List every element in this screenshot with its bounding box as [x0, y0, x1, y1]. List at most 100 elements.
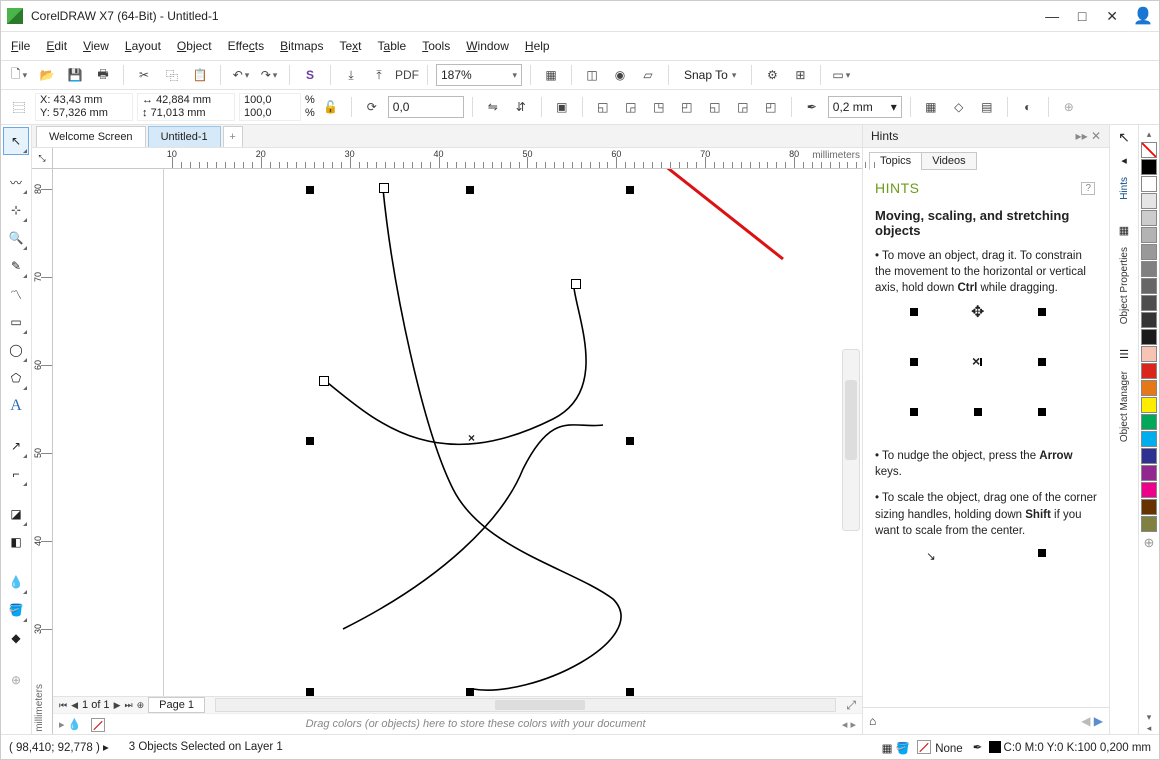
palette-scroll-down[interactable]: ▾	[1147, 712, 1152, 723]
tab-add[interactable]: +	[223, 126, 243, 147]
selection-center[interactable]: ×	[468, 431, 475, 445]
docker-tab-object-properties[interactable]: Object Properties	[1119, 245, 1130, 326]
docker-close-icon[interactable]: ✕	[1091, 129, 1101, 143]
palette-swatch[interactable]	[1141, 431, 1157, 447]
curve-node[interactable]	[319, 376, 329, 386]
outline-indicator[interactable]: ✒ C:0 M:0 Y:0 K:100 0,200 mm	[973, 740, 1151, 754]
last-page-button[interactable]: ⏭	[124, 700, 132, 711]
fill-indicator[interactable]: ▦ 🪣 None	[882, 740, 963, 755]
selection-handle-n[interactable]	[466, 186, 474, 194]
hints-tab-topics[interactable]: Topics	[869, 152, 922, 170]
maximize-button[interactable]: □	[1067, 5, 1097, 27]
menu-table[interactable]: Table	[378, 39, 407, 53]
vertical-scrollbar[interactable]	[842, 349, 860, 531]
palette-swatch[interactable]	[1141, 176, 1157, 192]
weld-icon[interactable]: ◱	[591, 96, 615, 118]
selection-handle-e[interactable]	[626, 437, 634, 445]
ruler-origin[interactable]: ⤡	[32, 148, 53, 169]
intersect-icon[interactable]: ◳	[647, 96, 671, 118]
convert-to-curves-icon[interactable]: ◇	[947, 96, 971, 118]
document-palette[interactable]: ▸ 💧 Drag colors (or objects) here to sto…	[53, 713, 862, 734]
freehand-tool[interactable]: ✎	[4, 253, 28, 279]
selection-handle-s[interactable]	[466, 688, 474, 696]
align-distribute-icon[interactable]: ▤	[975, 96, 999, 118]
selection-handle-nw[interactable]	[306, 186, 314, 194]
menu-view[interactable]: View	[83, 39, 109, 53]
prev-page-button[interactable]: ◀	[71, 700, 78, 711]
palette-swatch[interactable]	[1141, 448, 1157, 464]
palette-swatch[interactable]	[1141, 346, 1157, 362]
object-origin-icon[interactable]: ⿳	[7, 96, 31, 118]
front-minus-back-icon[interactable]: ◱	[703, 96, 727, 118]
back-minus-front-icon[interactable]: ◲	[731, 96, 755, 118]
curve-node[interactable]	[379, 183, 389, 193]
polygon-tool[interactable]: ⬠	[4, 365, 28, 391]
palette-swatch[interactable]	[1141, 465, 1157, 481]
docker-collapse-icon[interactable]: ▸▸	[1076, 129, 1088, 143]
palette-swatch[interactable]	[1141, 278, 1157, 294]
save-icon[interactable]: 💾	[63, 64, 87, 86]
first-page-button[interactable]: ⏮	[59, 700, 67, 711]
new-icon[interactable]: 🗋▾	[7, 64, 31, 86]
menu-bitmaps[interactable]: Bitmaps	[280, 39, 323, 53]
palette-swatch[interactable]	[1141, 329, 1157, 345]
hints-tab-videos[interactable]: Videos	[921, 152, 976, 170]
selection-handle-se[interactable]	[626, 688, 634, 696]
rectangle-tool[interactable]: ▭	[4, 309, 28, 335]
palette-swatch[interactable]	[1141, 227, 1157, 243]
hints-forward-icon[interactable]: ▶	[1094, 714, 1103, 728]
text-tool[interactable]: A	[4, 393, 28, 419]
copy-icon[interactable]: ⿻	[160, 64, 184, 86]
boundary-icon[interactable]: ◰	[759, 96, 783, 118]
print-icon[interactable]: 🖶	[91, 64, 115, 86]
simplify-icon[interactable]: ◰	[675, 96, 699, 118]
menu-edit[interactable]: Edit	[46, 39, 67, 53]
selection-handle-ne[interactable]	[626, 186, 634, 194]
palette-no-fill[interactable]	[1141, 142, 1157, 158]
page-tab[interactable]: Page 1	[148, 697, 205, 713]
palette-swatch[interactable]	[1141, 261, 1157, 277]
menu-layout[interactable]: Layout	[125, 39, 161, 53]
mirror-vertical-icon[interactable]: ⇵	[509, 96, 533, 118]
publish-pdf-icon[interactable]: PDF	[395, 64, 419, 86]
palette-swatch[interactable]	[1141, 210, 1157, 226]
menu-object[interactable]: Object	[177, 39, 212, 53]
palette-swatch[interactable]	[1141, 363, 1157, 379]
close-button[interactable]: ✕	[1097, 5, 1127, 27]
docker-tab-hints[interactable]: Hints	[1119, 175, 1130, 202]
edit-fill-icon[interactable]: ◐	[1016, 96, 1040, 118]
transparency-tool[interactable]: ◧	[4, 529, 28, 555]
interactive-fill-tool[interactable]: 🪣	[4, 597, 28, 623]
pick-pointer-icon[interactable]: ↖	[1118, 129, 1130, 146]
shape-tool[interactable]: 〰	[4, 169, 28, 195]
trim-icon[interactable]: ◲	[619, 96, 643, 118]
crop-tool[interactable]: ⊹	[4, 197, 28, 223]
to-front-icon[interactable]: ▣	[550, 96, 574, 118]
tab-document[interactable]: Untitled-1	[148, 126, 221, 147]
horizontal-scrollbar[interactable]	[215, 698, 836, 712]
no-color-swatch[interactable]	[91, 718, 105, 732]
palette-swatch[interactable]	[1141, 397, 1157, 413]
snap-to-dropdown[interactable]: Snap To ▾	[677, 64, 743, 86]
menu-help[interactable]: Help	[525, 39, 550, 53]
parallel-dimension-tool[interactable]: ↗	[4, 433, 28, 459]
selection-handle-w[interactable]	[306, 437, 314, 445]
artistic-media-tool[interactable]: 〽	[4, 281, 28, 307]
horizontal-ruler[interactable]: millimeters 1020304050607080	[53, 148, 862, 169]
menu-tools[interactable]: Tools	[422, 39, 450, 53]
redo-icon[interactable]: ↷▾	[257, 64, 281, 86]
paste-icon[interactable]: 📋	[188, 64, 212, 86]
palette-swatch[interactable]	[1141, 159, 1157, 175]
color-eyedropper-tool[interactable]: 💧	[4, 569, 28, 595]
palette-flyout[interactable]: ◂	[1147, 723, 1152, 734]
palette-swatch[interactable]	[1141, 244, 1157, 260]
rotation-input[interactable]: 0,0	[388, 96, 464, 118]
palette-swatch[interactable]	[1141, 312, 1157, 328]
docker-tab-object-manager[interactable]: Object Manager	[1119, 369, 1130, 444]
export-icon[interactable]: ⤒	[367, 64, 391, 86]
welcome-screen-icon[interactable]: ▭▾	[829, 64, 853, 86]
zoom-level-input[interactable]: 187%▾	[436, 64, 522, 86]
hints-home-icon[interactable]: ⌂	[869, 714, 876, 728]
import-icon[interactable]: ⤓	[339, 64, 363, 86]
tab-welcome[interactable]: Welcome Screen	[36, 126, 146, 147]
